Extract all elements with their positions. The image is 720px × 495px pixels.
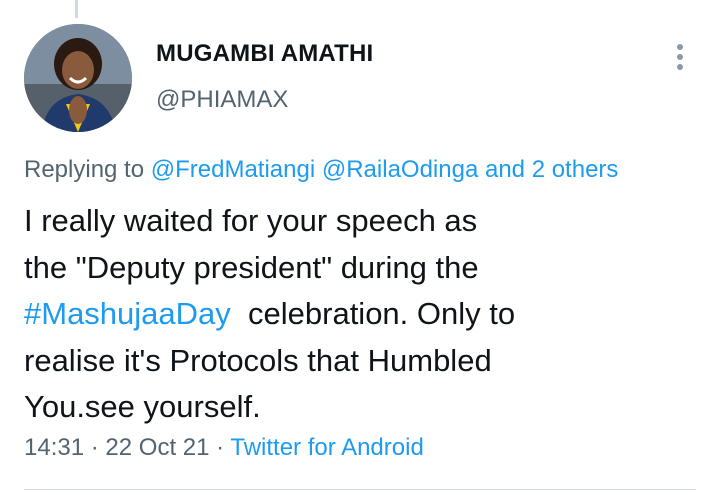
bottom-divider [24, 489, 696, 490]
hashtag-mashujaaday[interactable]: #MashujaaDay [24, 296, 231, 331]
tweet-line-2: the "Deputy president" during the [24, 249, 479, 285]
thread-connector-line [75, 0, 78, 18]
meta-separator: · [90, 434, 99, 461]
mention-fredmatiangi[interactable]: @FredMatiangi [151, 156, 315, 183]
replying-prefix: Replying to [24, 156, 145, 183]
tweet-date[interactable]: 22 Oct 21 [105, 434, 209, 461]
tweet-line-4: realise it's Protocols that Humbled [24, 342, 492, 378]
mention-railaodinga[interactable]: @RailaOdinga [322, 156, 478, 183]
tweet-time[interactable]: 14:31 [24, 434, 84, 461]
author-handle[interactable]: @PHIAMAX [156, 86, 288, 114]
replying-to-line: Replying to @FredMatiangi @RailaOdinga a… [24, 156, 618, 184]
tweet-body: I really waited for your speech as the "… [24, 198, 704, 431]
author-name[interactable]: MUGAMBI AMATHI [156, 40, 373, 68]
tweet-source[interactable]: Twitter for Android [230, 434, 423, 461]
tweet-line-3-rest: celebration. Only to [230, 296, 516, 331]
tweet-line-3: #MashujaaDay celebration. Only to [24, 291, 704, 338]
tweet-line-5: You.see yourself. [24, 389, 261, 424]
avatar-photo [24, 24, 132, 132]
more-options-icon[interactable] [672, 44, 688, 70]
tweet-meta: 14:31 · 22 Oct 21 · Twitter for Android [24, 434, 424, 462]
author-avatar[interactable] [24, 24, 132, 132]
others-link[interactable]: and 2 others [485, 156, 618, 183]
meta-separator: · [216, 434, 225, 461]
tweet-line-1: I really waited for your speech as [24, 203, 478, 238]
